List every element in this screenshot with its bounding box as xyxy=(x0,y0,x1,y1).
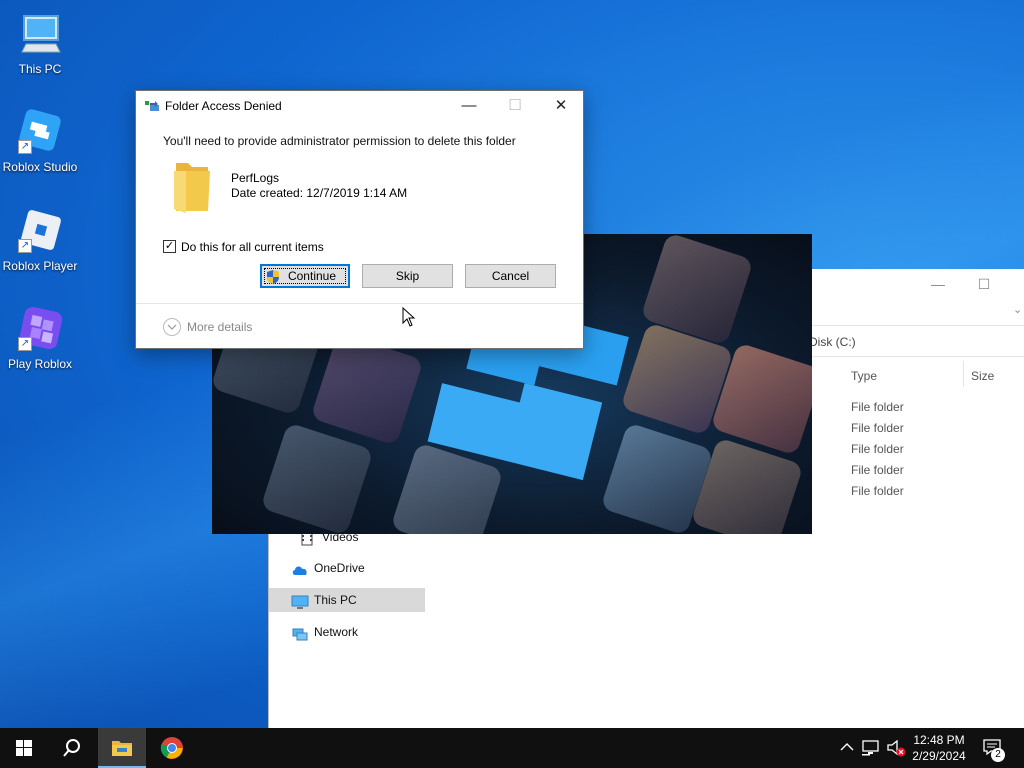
network-icon xyxy=(291,625,309,641)
address-text: Disk (C:) xyxy=(809,335,856,349)
nav-item-label: Network xyxy=(314,625,359,639)
show-hidden-icons[interactable] xyxy=(838,728,856,768)
chevron-down-icon xyxy=(163,318,181,336)
file-move-icon xyxy=(145,100,160,112)
desktop-icon-label: Roblox Studio xyxy=(2,160,78,174)
play-roblox-icon: ↗ xyxy=(16,305,64,353)
chevron-up-icon xyxy=(840,743,854,751)
shortcut-arrow-icon: ↗ xyxy=(18,239,32,253)
desktop-icon-this-pc[interactable]: This PC xyxy=(0,10,80,76)
address-bar[interactable]: Disk (C:) xyxy=(809,325,1024,357)
folder-date-created: Date created: 12/7/2019 1:14 AM xyxy=(231,186,408,200)
apply-to-all-checkbox[interactable]: ✓ xyxy=(163,240,176,253)
network-tray[interactable] xyxy=(860,728,882,768)
chevron-down-icon[interactable]: ⌄ xyxy=(1013,303,1022,316)
folder-icon xyxy=(172,157,212,215)
row-type-cell: File folder xyxy=(851,463,904,477)
computer-icon xyxy=(16,10,64,58)
desktop-icon-label: This PC xyxy=(18,62,62,76)
desktop-icon-play-roblox[interactable]: ↗ Play Roblox xyxy=(0,305,80,371)
column-header-size[interactable]: Size xyxy=(971,369,994,383)
mouse-cursor-icon xyxy=(402,307,416,327)
skip-button[interactable]: Skip xyxy=(362,264,453,288)
nav-item-onedrive[interactable]: OneDrive xyxy=(269,556,425,580)
row-type-cell: File folder xyxy=(851,421,904,435)
continue-button[interactable]: Continue xyxy=(260,264,350,288)
row-type-cell: File folder xyxy=(851,400,904,414)
desktop-icon-label: Play Roblox xyxy=(7,357,73,371)
maximize-button[interactable]: ☐ xyxy=(961,269,1007,299)
row-type-cell: File folder xyxy=(851,442,904,456)
nav-item-label: This PC xyxy=(314,593,357,607)
dialog-message: You'll need to provide administrator per… xyxy=(163,134,516,148)
more-details-label: More details xyxy=(187,320,253,334)
clock-date[interactable]: 2/29/2024 xyxy=(911,749,967,763)
taskbar-file-explorer[interactable] xyxy=(98,728,146,768)
taskbar: 12:48 PM 2/29/2024 2 xyxy=(0,728,1024,768)
divider xyxy=(136,303,583,304)
maximize-button: ☐ xyxy=(508,97,522,114)
nav-item-this-pc[interactable]: This PC xyxy=(269,588,425,612)
network-icon xyxy=(862,740,879,756)
column-header-type[interactable]: Type xyxy=(851,369,877,383)
checkbox-label[interactable]: Do this for all current items xyxy=(181,240,324,254)
nav-item-label: OneDrive xyxy=(314,561,365,575)
minimize-button[interactable]: — xyxy=(446,91,492,121)
computer-icon xyxy=(291,593,309,609)
folder-name: PerfLogs xyxy=(231,171,280,185)
row-type-cell: File folder xyxy=(851,484,904,498)
column-divider[interactable] xyxy=(963,361,964,387)
taskbar-chrome[interactable] xyxy=(148,728,196,768)
roblox-player-icon: ↗ xyxy=(16,207,64,255)
minimize-button[interactable]: — xyxy=(915,269,961,299)
cancel-button[interactable]: Cancel xyxy=(465,264,556,288)
clock-time[interactable]: 12:48 PM xyxy=(911,733,967,747)
dialog-titlebar[interactable]: Folder Access Denied — ☐ ✕ xyxy=(136,91,583,121)
cloud-icon xyxy=(291,561,309,575)
volume-muted-icon xyxy=(887,739,906,757)
shortcut-arrow-icon: ↗ xyxy=(18,337,32,351)
close-button[interactable]: ✕ xyxy=(538,91,584,121)
nav-item-network[interactable]: Network xyxy=(269,620,425,644)
file-explorer-icon xyxy=(112,741,132,756)
notification-count-badge: 2 xyxy=(991,748,1005,762)
search-button[interactable] xyxy=(48,728,96,768)
search-icon xyxy=(63,739,80,757)
folder-access-denied-dialog[interactable]: Folder Access Denied — ☐ ✕ You'll need t… xyxy=(135,90,584,349)
windows-logo-icon xyxy=(16,740,32,756)
roblox-studio-icon: ↗ xyxy=(16,108,64,156)
dialog-title: Folder Access Denied xyxy=(165,99,282,113)
continue-label: Continue xyxy=(287,269,337,283)
desktop-icon-roblox-studio[interactable]: ↗ Roblox Studio xyxy=(0,108,80,174)
skip-label: Skip xyxy=(395,269,420,283)
desktop-icon-label: Roblox Player xyxy=(2,259,78,273)
volume-tray[interactable] xyxy=(884,728,908,768)
desktop-icon-roblox-player[interactable]: ↗ Roblox Player xyxy=(0,207,80,273)
chrome-icon xyxy=(160,737,183,759)
start-button[interactable] xyxy=(0,728,48,768)
shortcut-arrow-icon: ↗ xyxy=(18,140,32,154)
cancel-label: Cancel xyxy=(491,269,530,283)
